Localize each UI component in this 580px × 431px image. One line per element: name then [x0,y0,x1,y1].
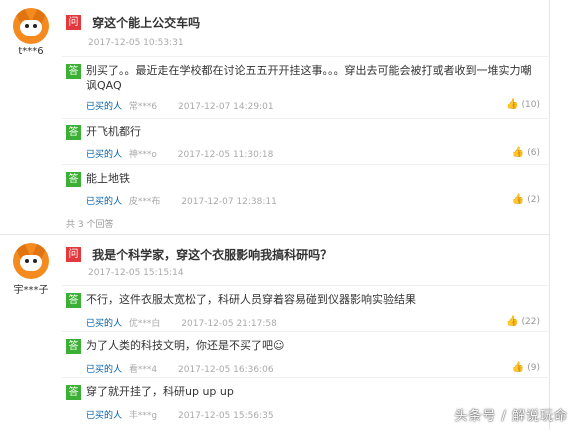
answer-meta: 已买的人 优***白 2017-12-05 21:17:58 [86,316,277,329]
avatar[interactable] [13,8,49,44]
question-card: t***6 问 穿这个能上公交车吗 2017-12-05 10:53:31 答 … [0,0,580,236]
like-button[interactable]: 👍 (10) [506,99,540,110]
answer-text: 开飞机都行 [86,125,141,138]
buyer-link[interactable]: 已买的人 [86,319,122,329]
answer-item: 答 不行，这件衣服太宽松了，科研人员穿着容易碰到仪器影响实验结果 已买的人 优*… [62,285,550,332]
answer-text: 为了人类的科技文明，你还是不买了吧☺ [86,339,285,352]
answer-time: 2017-12-05 21:17:58 [181,319,277,329]
like-button[interactable]: 👍 (2) [512,194,540,205]
like-button[interactable]: 👍 (9) [512,362,540,373]
answerer-username: 常***6 [128,102,158,112]
like-count: (2) [527,195,540,205]
answer-meta: 已买的人 看***4 2017-12-05 16:36:06 [86,362,274,375]
like-count: (22) [521,317,540,327]
question-badge: 问 [66,15,81,30]
answer-text: 穿了就开挂了，科研up up up [86,385,234,398]
answer-meta: 已买的人 常***6 2017-12-07 14:29:01 [86,99,274,112]
buyer-link[interactable]: 已买的人 [86,150,122,160]
answerer-username: 优***白 [128,319,161,329]
buyer-link[interactable]: 已买的人 [86,365,122,375]
answer-time: 2017-12-07 12:38:11 [181,197,277,207]
answer-time: 2017-12-05 15:56:35 [177,411,274,421]
avatar[interactable] [13,243,49,279]
answer-text: 别买了。。最近走在学校都在讨论五五开开挂这事。。。穿出去可能会被打或者收到一堆实… [86,64,532,92]
answer-meta: 已买的人 皮***布 2017-12-07 12:38:11 [86,194,277,207]
question-date: 2017-12-05 15:15:14 [88,268,184,278]
question-card: 宇***子 问 我是个科学家，穿这个衣服影响我搞科研吗？ 2017-12-05 … [0,235,580,430]
answer-count[interactable]: 共 3 个回答 [66,217,113,230]
thumbs-up-icon: 👍 [506,99,519,110]
asker-username: t***6 [18,46,44,57]
like-button[interactable]: 👍 (6) [512,147,540,158]
asker-info: 宇***子 [0,235,62,296]
question-date: 2017-12-05 10:53:31 [88,38,184,48]
like-count: (10) [521,100,540,110]
answerer-username: 丰***g [128,411,158,421]
answer-meta: 已买的人 神***o 2017-12-05 11:30:18 [86,147,273,160]
answer-badge: 答 [66,172,81,187]
question-badge: 问 [66,247,81,262]
answer-text: 不行，这件衣服太宽松了，科研人员穿着容易碰到仪器影响实验结果 [86,293,416,306]
question-text[interactable]: 穿这个能上公交车吗 [92,16,200,30]
answer-badge: 答 [66,293,81,308]
answer-badge: 答 [66,339,81,354]
like-count: (6) [527,148,540,158]
answer-badge: 答 [66,125,81,140]
buyer-link[interactable]: 已买的人 [86,102,122,112]
answer-badge: 答 [66,64,81,79]
like-count: (9) [527,363,540,373]
thumbs-up-icon: 👍 [506,316,519,327]
buyer-link[interactable]: 已买的人 [86,411,122,421]
thumbs-up-icon: 👍 [511,362,525,373]
asker-username: 宇***子 [13,285,49,296]
watermark: 头条号 / 解说玩命 [454,409,568,424]
answer-item: 答 别买了。。最近走在学校都在讨论五五开开挂这事。。。穿出去可能会被打或者收到一… [62,56,550,119]
thumbs-up-icon: 👍 [511,194,525,205]
answer-time: 2017-12-05 16:36:06 [178,365,274,375]
thumbs-up-icon: 👍 [511,147,525,158]
answer-item: 答 能上地铁 已买的人 皮***布 2017-12-07 12:38:11 👍 … [62,164,550,213]
answer-item: 答 开飞机都行 已买的人 神***o 2017-12-05 11:30:18 👍… [62,118,550,165]
answer-meta: 已买的人 丰***g 2017-12-05 15:56:35 [86,408,274,421]
answer-time: 2017-12-05 11:30:18 [177,150,274,160]
answer-text: 能上地铁 [86,172,130,185]
answerer-username: 神***o [128,150,157,160]
answer-time: 2017-12-07 14:29:01 [178,102,274,112]
buyer-link[interactable]: 已买的人 [86,197,122,207]
answer-badge: 答 [66,385,81,400]
asker-info: t***6 [0,0,62,57]
answerer-username: 皮***布 [128,197,161,207]
question-text[interactable]: 我是个科学家，穿这个衣服影响我搞科研吗？ [92,248,332,262]
answerer-username: 看***4 [128,365,158,375]
like-button[interactable]: 👍 (22) [506,316,540,327]
answer-item: 答 为了人类的科技文明，你还是不买了吧☺ 已买的人 看***4 2017-12-… [62,331,550,378]
